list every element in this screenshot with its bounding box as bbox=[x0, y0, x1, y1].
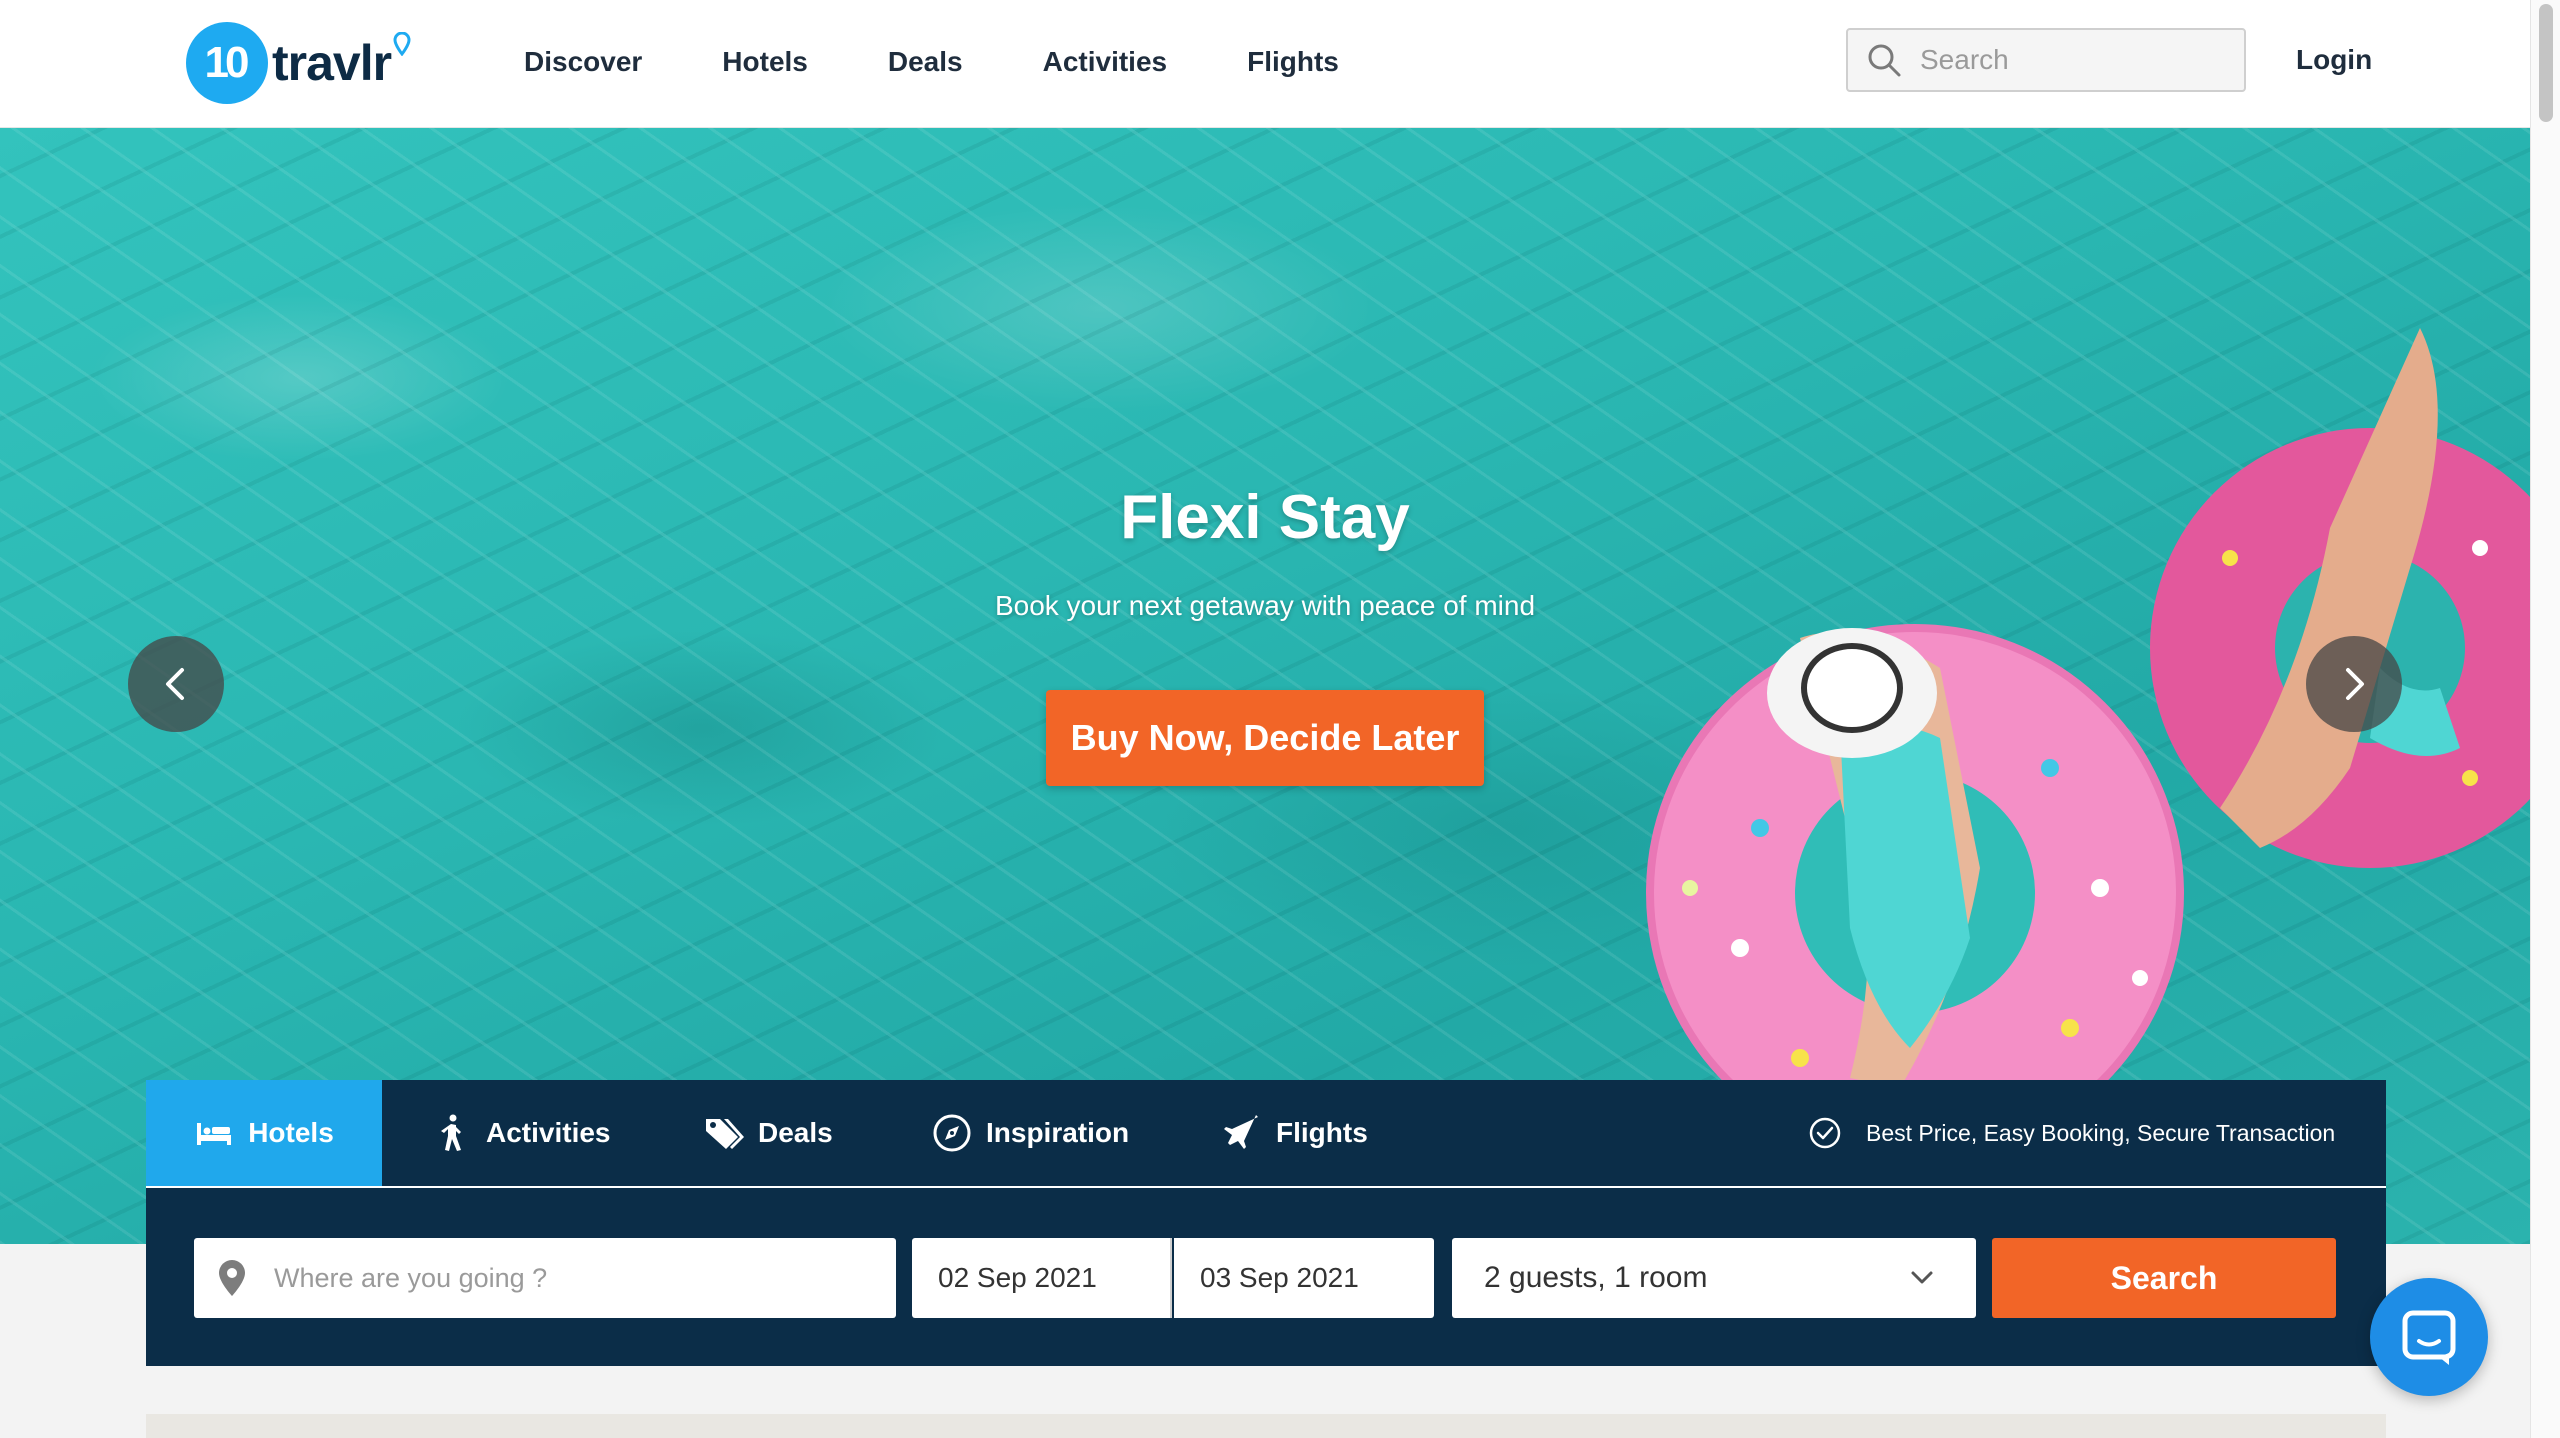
hero-banner: Flexi Stay Book your next getaway with p… bbox=[0, 128, 2530, 1244]
compass-icon bbox=[933, 1114, 971, 1152]
check-out-date[interactable]: 03 Sep 2021 bbox=[1174, 1238, 1434, 1318]
carousel-prev-button[interactable] bbox=[128, 636, 224, 732]
location-pin-icon bbox=[393, 32, 411, 56]
tab-deals-label: Deals bbox=[758, 1117, 833, 1148]
scrollbar-thumb[interactable] bbox=[2539, 4, 2553, 122]
logo[interactable]: 10 travlr bbox=[186, 22, 411, 104]
tab-hotels-label: Hotels bbox=[248, 1117, 334, 1148]
booking-tabs: Hotels Activities Deals Inspiration Flig… bbox=[146, 1080, 2386, 1188]
destination-field[interactable] bbox=[194, 1238, 896, 1318]
chat-bubble-icon bbox=[2402, 1310, 2456, 1365]
nav-hotels[interactable]: Hotels bbox=[722, 46, 808, 78]
tab-inspiration-label: Inspiration bbox=[986, 1117, 1130, 1148]
tab-inspiration[interactable]: Inspiration bbox=[932, 1080, 1129, 1186]
tab-deals[interactable]: Deals bbox=[704, 1080, 833, 1186]
tab-flights-label: Flights bbox=[1276, 1117, 1368, 1148]
tags-icon bbox=[706, 1119, 744, 1149]
walking-person-icon bbox=[441, 1114, 461, 1151]
guests-value: 2 guests, 1 room bbox=[1484, 1261, 1708, 1294]
header-search[interactable] bbox=[1846, 28, 2246, 92]
tab-hotels[interactable]: Hotels bbox=[146, 1080, 382, 1186]
check-in-value: 02 Sep 2021 bbox=[938, 1262, 1097, 1293]
page-scrollbar[interactable] bbox=[2530, 0, 2560, 1438]
chevron-right-icon bbox=[2346, 668, 2364, 700]
chevron-down-icon bbox=[1911, 1271, 1933, 1284]
booking-widget: Hotels Activities Deals Inspiration Flig… bbox=[146, 1080, 2386, 1366]
hero-subtitle: Book your next getaway with peace of min… bbox=[994, 590, 1536, 621]
nav-activities[interactable]: Activities bbox=[1043, 46, 1168, 78]
check-out-value: 03 Sep 2021 bbox=[1200, 1262, 1359, 1293]
buy-now-button[interactable]: Buy Now, Decide Later bbox=[1046, 690, 1484, 786]
nav-discover[interactable]: Discover bbox=[524, 46, 642, 78]
site-header: 10 travlr Discover Hotels Deals Activiti… bbox=[0, 0, 2530, 128]
bed-icon bbox=[197, 1123, 232, 1145]
chevron-left-icon bbox=[166, 668, 184, 700]
nav-flights[interactable]: Flights bbox=[1247, 46, 1339, 78]
booking-promise: Best Price, Easy Booking, Secure Transac… bbox=[1808, 1080, 2335, 1186]
tab-activities-label: Activities bbox=[486, 1117, 611, 1148]
destination-input[interactable] bbox=[274, 1262, 874, 1294]
check-in-date[interactable]: 02 Sep 2021 bbox=[912, 1238, 1172, 1318]
carousel-next-button[interactable] bbox=[2306, 636, 2402, 732]
search-icon bbox=[1868, 44, 1901, 77]
main-nav: Discover Hotels Deals Activities Flights bbox=[524, 0, 1419, 124]
guests-select[interactable]: 2 guests, 1 room bbox=[1452, 1238, 1976, 1318]
content-section-top bbox=[146, 1414, 2386, 1438]
nav-deals[interactable]: Deals bbox=[888, 46, 963, 78]
search-button[interactable]: Search bbox=[1992, 1238, 2336, 1318]
logo-wordmark: travlr bbox=[272, 35, 392, 91]
airplane-icon bbox=[1224, 1115, 1258, 1149]
tab-flights[interactable]: Flights bbox=[1222, 1080, 1368, 1186]
tab-activities[interactable]: Activities bbox=[432, 1080, 611, 1186]
promise-text: Best Price, Easy Booking, Secure Transac… bbox=[1866, 1119, 2336, 1146]
map-marker-icon bbox=[219, 1260, 245, 1296]
check-circle-icon bbox=[1809, 1117, 1841, 1149]
hero-illustration bbox=[1646, 328, 2530, 1162]
search-input[interactable] bbox=[1920, 44, 2220, 76]
chat-launcher[interactable] bbox=[2370, 1278, 2488, 1396]
hero-title: Flexi Stay bbox=[1120, 483, 1410, 552]
logo-badge: 10 bbox=[186, 22, 268, 104]
login-link[interactable]: Login bbox=[2296, 44, 2372, 76]
